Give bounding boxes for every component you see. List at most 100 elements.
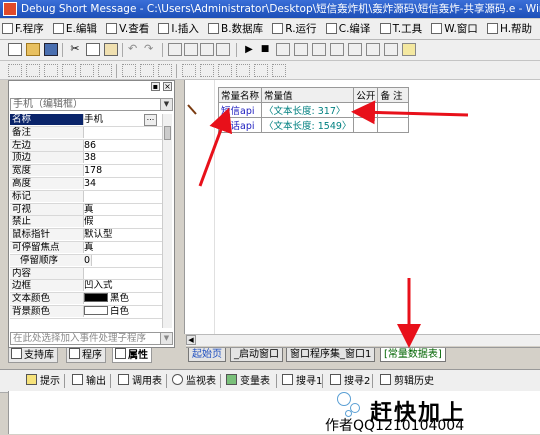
menu-view[interactable]: V.查看 bbox=[104, 19, 153, 39]
variables-icon bbox=[226, 374, 237, 385]
close-panel-icon[interactable]: × bbox=[163, 82, 172, 91]
step-into-icon[interactable] bbox=[276, 43, 290, 56]
table-row[interactable]: 短信api 〈文本长度: 317〉 bbox=[217, 102, 410, 118]
step-out-icon[interactable] bbox=[312, 43, 326, 56]
same-width-icon[interactable] bbox=[122, 64, 136, 77]
paste-icon[interactable] bbox=[104, 43, 118, 56]
property-row-name[interactable]: 名称 手机 ... bbox=[10, 114, 168, 127]
same-height-icon[interactable] bbox=[140, 64, 154, 77]
tab-program[interactable]: 程序 bbox=[66, 348, 106, 363]
compile-icon[interactable] bbox=[366, 43, 380, 56]
space-horizontal-icon[interactable] bbox=[182, 64, 196, 77]
undo-icon[interactable]: ↶ bbox=[128, 43, 142, 56]
tab-constant-data-table[interactable]: [常量数据表] bbox=[380, 348, 446, 362]
scrollbar-thumb[interactable] bbox=[164, 126, 171, 140]
breakpoint-icon[interactable] bbox=[348, 43, 362, 56]
align-right-icon[interactable] bbox=[44, 64, 58, 77]
center-horizontal-icon[interactable] bbox=[218, 64, 232, 77]
tab-clipboard-history[interactable]: 剪辑历史 bbox=[378, 374, 434, 388]
menu-database[interactable]: B.数据库 bbox=[206, 19, 267, 39]
property-row-left[interactable]: 左边 86 bbox=[10, 139, 168, 153]
property-row-tab-order[interactable]: 停留顺序 0 bbox=[10, 254, 168, 268]
property-row-content[interactable]: 内容 bbox=[10, 267, 168, 281]
tab-properties[interactable]: 属性 bbox=[112, 348, 152, 363]
event-handler-selector[interactable]: 在此处选择加入事件处理子程序 ▼ bbox=[10, 332, 173, 345]
property-row-width[interactable]: 宽度 178 bbox=[10, 165, 168, 178]
align-bottom-icon[interactable] bbox=[98, 64, 112, 77]
constant-public[interactable] bbox=[353, 102, 379, 118]
constant-public[interactable] bbox=[353, 117, 379, 133]
run-to-cursor-icon[interactable] bbox=[330, 43, 344, 56]
new-file-icon[interactable] bbox=[8, 43, 22, 56]
save-icon[interactable] bbox=[44, 43, 58, 56]
chevron-down-icon[interactable]: ▼ bbox=[160, 99, 172, 110]
tab-watch[interactable]: 监视表 bbox=[170, 374, 216, 388]
center-vertical-icon[interactable] bbox=[236, 64, 250, 77]
bring-front-icon[interactable] bbox=[254, 64, 268, 77]
tab-support-library[interactable]: 支持库 bbox=[8, 348, 58, 363]
menu-run[interactable]: R.运行 bbox=[270, 19, 320, 39]
align-left-icon[interactable] bbox=[8, 64, 22, 77]
tab-window-assembly[interactable]: 窗口程序集_窗口1 bbox=[286, 348, 376, 362]
send-back-icon[interactable] bbox=[272, 64, 286, 77]
property-row-disabled[interactable]: 禁止 假 bbox=[10, 216, 168, 230]
menu-edit[interactable]: E.编辑 bbox=[51, 19, 101, 39]
property-row-tag[interactable]: 标记 bbox=[10, 190, 168, 204]
property-row-text-color[interactable]: 文本颜色 黑色 bbox=[10, 293, 168, 306]
same-size-icon[interactable] bbox=[158, 64, 172, 77]
property-row-height[interactable]: 高度 34 bbox=[10, 177, 168, 191]
menu-compile[interactable]: C.编译 bbox=[324, 19, 375, 39]
help-topic-icon[interactable] bbox=[402, 43, 416, 56]
stop-icon[interactable]: ■ bbox=[258, 43, 272, 56]
run-program-icon[interactable]: ▶ bbox=[242, 43, 256, 56]
property-row-cursor[interactable]: 鼠标指针 默认型 bbox=[10, 229, 168, 242]
step-over-icon[interactable] bbox=[294, 43, 308, 56]
chevron-down-icon[interactable]: ▼ bbox=[160, 333, 172, 344]
debug-icon[interactable] bbox=[384, 43, 398, 56]
editor-horizontal-scrollbar[interactable]: ◀ bbox=[186, 334, 540, 346]
copy-icon[interactable] bbox=[86, 43, 100, 56]
align-top-icon[interactable] bbox=[62, 64, 76, 77]
tab-variables[interactable]: 变量表 bbox=[224, 374, 270, 388]
property-row-bg-color[interactable]: 背景颜色 白色 bbox=[10, 305, 168, 319]
constant-remark[interactable] bbox=[377, 102, 410, 118]
tab-hints[interactable]: 提示 bbox=[24, 374, 60, 388]
align-center-icon[interactable] bbox=[26, 64, 40, 77]
tab-start-page[interactable]: 起始页 bbox=[188, 348, 226, 362]
tab-output[interactable]: 输出 bbox=[70, 374, 106, 388]
ellipsis-button[interactable]: ... bbox=[144, 114, 157, 126]
constant-remark[interactable] bbox=[377, 117, 410, 133]
menu-insert[interactable]: I.插入 bbox=[156, 19, 202, 39]
menu-window[interactable]: W.窗口 bbox=[429, 19, 482, 39]
tab-search-1[interactable]: 搜寻1 bbox=[280, 374, 322, 388]
bookmark-icon[interactable] bbox=[216, 43, 230, 56]
constant-value[interactable]: 〈文本长度: 1549〉 bbox=[261, 117, 355, 133]
pin-icon[interactable]: ▪ bbox=[151, 82, 160, 91]
property-row-top[interactable]: 顶边 38 bbox=[10, 152, 168, 166]
cut-icon[interactable]: ✂ bbox=[68, 43, 82, 56]
align-middle-icon[interactable] bbox=[80, 64, 94, 77]
replace-icon[interactable] bbox=[184, 43, 198, 56]
property-row-focusable[interactable]: 可停留焦点 真 bbox=[10, 241, 168, 255]
property-row-visible[interactable]: 可视 真 bbox=[10, 203, 168, 217]
table-row[interactable]: 电话api 〈文本长度: 1549〉 bbox=[217, 117, 410, 133]
menu-help[interactable]: H.帮助 bbox=[485, 19, 536, 39]
space-vertical-icon[interactable] bbox=[200, 64, 214, 77]
find-icon[interactable] bbox=[168, 43, 182, 56]
redo-icon[interactable]: ↷ bbox=[144, 43, 158, 56]
menu-tools[interactable]: T.工具 bbox=[378, 19, 427, 39]
constant-name[interactable]: 短信api bbox=[217, 102, 263, 118]
scroll-left-icon[interactable]: ◀ bbox=[186, 335, 196, 345]
menu-program[interactable]: F.程序 bbox=[0, 19, 48, 39]
constant-value[interactable]: 〈文本长度: 317〉 bbox=[261, 102, 355, 118]
tab-startup-window[interactable]: _启动窗口 bbox=[230, 348, 283, 362]
property-row-border[interactable]: 边框 凹入式 bbox=[10, 280, 168, 294]
property-grid-scrollbar[interactable] bbox=[162, 114, 172, 328]
goto-icon[interactable] bbox=[200, 43, 214, 56]
constant-name[interactable]: 电话api bbox=[217, 117, 263, 133]
tab-search-2[interactable]: 搜寻2 bbox=[328, 374, 370, 388]
open-folder-icon[interactable] bbox=[26, 43, 40, 56]
component-selector[interactable]: 手机（编辑框） ▼ bbox=[10, 98, 173, 111]
property-row-remark[interactable]: 备注 bbox=[10, 126, 168, 140]
tab-call-stack[interactable]: 调用表 bbox=[116, 374, 162, 388]
